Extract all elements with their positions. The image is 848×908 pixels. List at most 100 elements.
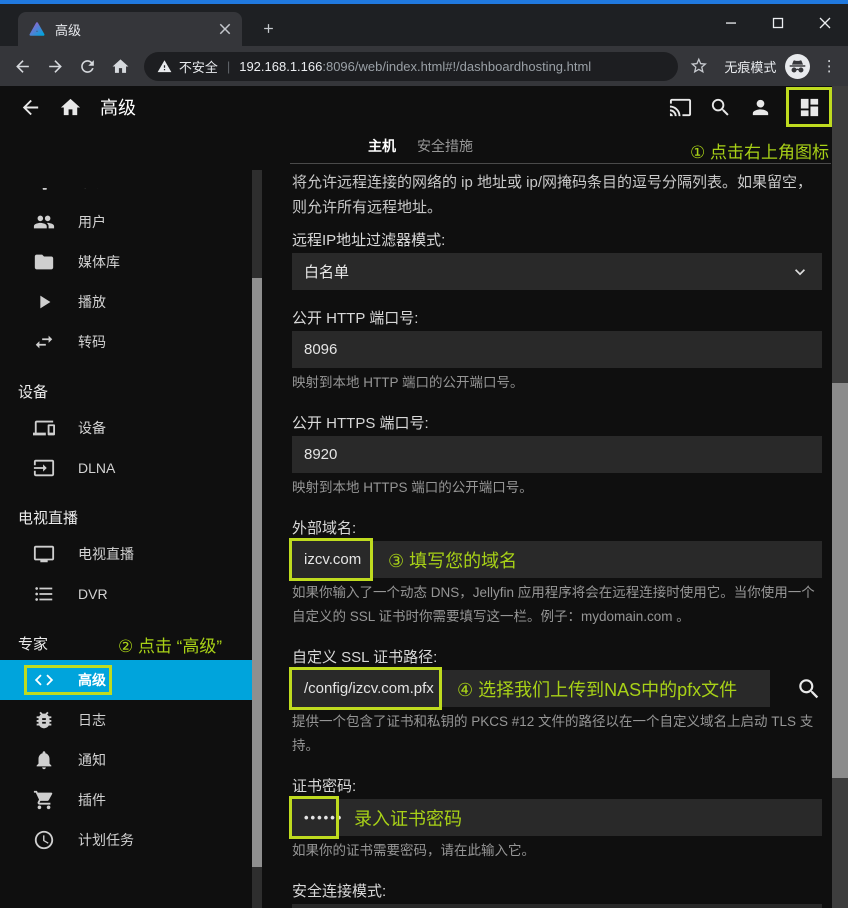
search-icon[interactable]	[700, 87, 740, 127]
https-port-input[interactable]	[292, 436, 822, 473]
dashboard-icon[interactable]	[789, 87, 829, 127]
browse-file-icon[interactable]	[796, 676, 822, 702]
sidebar-item-label: 计划任务	[78, 830, 134, 850]
main-scrollbar-thumb[interactable]	[832, 383, 848, 778]
tab-host[interactable]: 主机	[368, 136, 396, 156]
https-port-helper: 映射到本地 HTTPS 端口的公开端口号。	[292, 473, 822, 500]
hosting-form: 将允许远程连接的网络的 ip 地址或 ip/网掩码条目的逗号分隔列表。如果留空，…	[292, 170, 822, 908]
sidebar-item-dlna[interactable]: DLNA	[0, 448, 252, 488]
sidebar-item-label: 播放	[78, 292, 106, 312]
sidebar-section-label: 电视直播	[18, 507, 78, 528]
browser-toolbar: 不安全 | 192.168.1.166:8096/web/index.html#…	[0, 46, 848, 86]
folder-icon	[33, 251, 55, 273]
swap-icon	[33, 331, 55, 353]
ssl-path-input[interactable]	[292, 670, 770, 707]
not-secure-icon[interactable]	[157, 59, 172, 74]
sidebar-item-advanced[interactable]: 高级	[0, 660, 252, 700]
sidebar-item-users[interactable]: 用户	[0, 202, 252, 242]
cert-password-input[interactable]	[292, 799, 822, 836]
cast-icon[interactable]	[660, 87, 700, 127]
annotation-step2: ② 点击 “高级”	[118, 632, 222, 657]
close-window-button[interactable]	[801, 0, 848, 46]
incognito-icon	[785, 54, 810, 79]
sidebar-item-label: 设备	[78, 418, 106, 438]
browser-menu-icon[interactable]: ⋮	[820, 55, 838, 77]
url-host: 192.168.1.166	[239, 59, 322, 74]
field-cert-password: 证书密码: 录入证书密码 如果你的证书需要密码，请在此输入它。	[292, 778, 822, 863]
sidebar-section-devices: 设备	[0, 374, 252, 408]
sidebar: 常规用户媒体库播放转码设备设备DLNA电视直播电视直播DVR专家高级日志通知插件…	[0, 188, 252, 908]
browser-tabstrip: 高级	[0, 4, 848, 46]
secure-mode-select[interactable]: 首选，但不是必需的	[292, 904, 822, 908]
field-http-port: 公开 HTTP 端口号: 映射到本地 HTTP 端口的公开端口号。	[292, 310, 822, 395]
bug-icon	[33, 709, 55, 731]
address-bar[interactable]: 不安全 | 192.168.1.166:8096/web/index.html#…	[144, 52, 678, 81]
sidebar-section-livetv: 电视直播	[0, 500, 252, 534]
play-icon	[33, 291, 55, 313]
field-external-domain: 外部域名: ③ 填写您的域名 如果你输入了一个动态 DNS，Jellyfin 应…	[292, 520, 822, 629]
sidebar-item-devices[interactable]: 设备	[0, 408, 252, 448]
field-ssl-path: 自定义 SSL 证书路径: ④ 选择我们上传到NAS中的pfx文件 提供一个包含…	[292, 649, 822, 758]
http-port-input[interactable]	[292, 331, 822, 368]
incognito-label: 无痕模式	[724, 57, 776, 76]
home-button[interactable]	[107, 53, 132, 79]
ssl-path-label: 自定义 SSL 证书路径:	[292, 649, 822, 666]
minimize-button[interactable]	[707, 0, 754, 46]
dashboard-highlight-box	[786, 87, 832, 127]
cart-icon	[33, 789, 55, 811]
sidebar-item-label: 日志	[78, 710, 106, 730]
sidebar-item-transcoding[interactable]: 转码	[0, 322, 252, 362]
tab-security[interactable]: 安全措施	[417, 136, 473, 156]
sidebar-item-scheduled-tasks[interactable]: 计划任务	[0, 820, 252, 860]
remote-ip-intro-text: 将允许远程连接的网络的 ip 地址或 ip/网掩码条目的逗号分隔列表。如果留空，…	[292, 170, 822, 220]
devices-icon	[33, 417, 55, 439]
maximize-button[interactable]	[754, 0, 801, 46]
app-header: 高级	[0, 86, 832, 128]
clock-icon	[33, 829, 55, 851]
omnibox-separator: |	[227, 59, 230, 74]
sidebar-item-label: 电视直播	[78, 544, 134, 564]
people-icon	[33, 211, 55, 233]
sidebar-item-libraries[interactable]: 媒体库	[0, 242, 252, 282]
tab-close-icon[interactable]	[216, 20, 234, 38]
jellyfin-app: 高级 主机 安全措施 ① 点击右上角图标 常规用户媒体库播放转码设备设备DLNA…	[0, 86, 848, 908]
browser-tab[interactable]: 高级	[18, 12, 242, 46]
annotation-step1: ① 点击右上角图标	[690, 138, 829, 163]
sidebar-item-label: 常规	[78, 188, 106, 192]
input-icon	[33, 457, 55, 479]
back-button[interactable]	[10, 53, 35, 79]
sidebar-item-label: DVR	[78, 586, 108, 602]
bell-icon	[33, 749, 55, 771]
sidebar-item-logs[interactable]: 日志	[0, 700, 252, 740]
domain-helper: 如果你输入了一个动态 DNS，Jellyfin 应用程序将会在远程连接时使用它。…	[292, 578, 822, 629]
sidebar-item-notifications[interactable]: 通知	[0, 740, 252, 780]
remote-filter-select[interactable]: 白名单	[292, 253, 822, 290]
sidebar-item-livetv[interactable]: 电视直播	[0, 534, 252, 574]
sidebar-item-label: 转码	[78, 332, 106, 352]
sidebar-item-general[interactable]: 常规	[0, 188, 252, 202]
app-back-icon[interactable]	[10, 87, 50, 127]
tab-title: 高级	[55, 20, 207, 39]
new-tab-button[interactable]	[254, 14, 282, 42]
app-home-icon[interactable]	[50, 87, 90, 127]
jellyfin-favicon	[28, 20, 46, 38]
field-remote-filter: 远程IP地址过滤器模式: 白名单	[292, 232, 822, 290]
sidebar-item-plugins[interactable]: 插件	[0, 780, 252, 820]
user-icon[interactable]	[740, 87, 780, 127]
forward-button[interactable]	[42, 53, 67, 79]
tabs-divider	[290, 163, 831, 164]
bookmark-star-icon[interactable]	[689, 56, 709, 76]
sidebar-scrollbar-thumb[interactable]	[252, 278, 262, 867]
sidebar-item-label: 用户	[78, 212, 106, 232]
settings-tabs: 主机 安全措施	[368, 130, 473, 162]
domain-input[interactable]	[292, 541, 822, 578]
reload-button[interactable]	[75, 53, 100, 79]
field-https-port: 公开 HTTPS 端口号: 映射到本地 HTTPS 端口的公开端口号。	[292, 415, 822, 500]
list-icon	[33, 583, 55, 605]
url-path: :8096/web/index.html#!/dashboardhosting.…	[322, 59, 591, 74]
ssl-path-helper: 提供一个包含了证书和私钥的 PKCS #12 文件的路径以在一个自定义域名上启动…	[292, 707, 822, 758]
sidebar-section-label: 设备	[18, 381, 48, 402]
sidebar-item-dvr[interactable]: DVR	[0, 574, 252, 614]
cert-password-helper: 如果你的证书需要密码，请在此输入它。	[292, 836, 822, 863]
sidebar-item-playback[interactable]: 播放	[0, 282, 252, 322]
